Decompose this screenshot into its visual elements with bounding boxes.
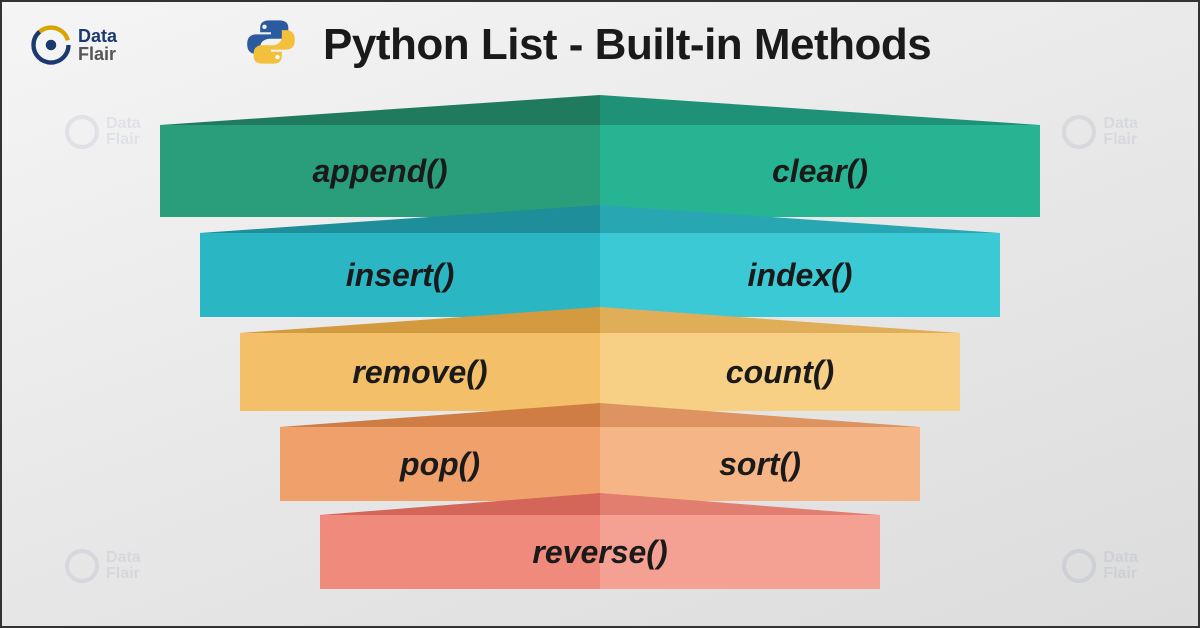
funnel-row-3: pop() sort() — [280, 403, 920, 505]
dataflair-wordmark: Data Flair — [78, 27, 117, 63]
header: Data Flair Python List - Built-in Method… — [2, 2, 1198, 79]
brand-line2: Flair — [78, 45, 117, 63]
funnel-row-1: insert() index() — [200, 205, 1000, 320]
funnel-row-bottom: reverse() — [320, 493, 880, 593]
dataflair-swirl-icon — [30, 24, 72, 66]
dataflair-logo: Data Flair — [30, 24, 117, 66]
page-title: Python List - Built-in Methods — [323, 20, 931, 70]
funnel-diagram: append() clear() insert() index() remove… — [2, 85, 1198, 605]
python-logo-icon — [245, 16, 297, 73]
funnel-row-2: remove() count() — [240, 307, 960, 415]
brand-line1: Data — [78, 27, 117, 45]
funnel-row-0: append() clear() — [160, 95, 1040, 217]
